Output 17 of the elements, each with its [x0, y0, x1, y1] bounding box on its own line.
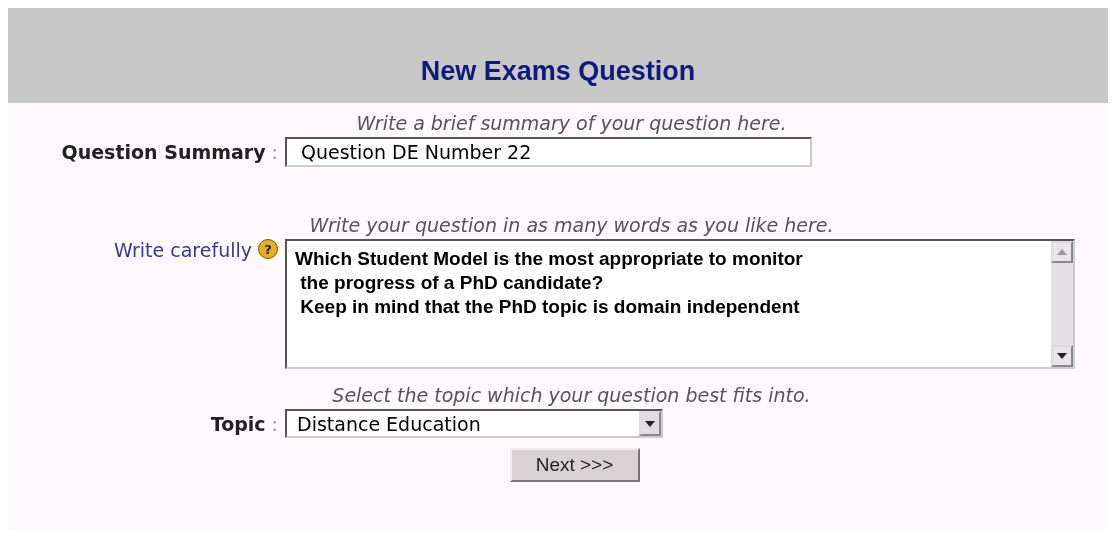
- help-icon[interactable]: ?: [258, 239, 278, 259]
- summary-field[interactable]: Question DE Number 22: [285, 137, 812, 167]
- question-hint: Write your question in as many words as you like here.: [308, 213, 835, 238]
- topic-label: Topic: [210, 412, 266, 435]
- topic-dropdown[interactable]: Distance Education: [285, 409, 663, 438]
- scroll-down-icon: [1057, 353, 1067, 359]
- summary-label: Question Summary: [61, 141, 266, 163]
- scrollbar[interactable]: [1051, 241, 1073, 367]
- scroll-up-icon: [1057, 249, 1067, 255]
- dropdown-caret-icon: [645, 420, 655, 427]
- page-title: New Exams Question: [420, 56, 696, 87]
- topic-hint: Select the topic which your question best fits into.: [331, 383, 812, 408]
- label-separator: :: [271, 412, 278, 435]
- question-label: Write carefully: [114, 239, 252, 261]
- label-separator: :: [271, 141, 278, 163]
- summary-hint: Write a brief summary of your question here.: [355, 111, 788, 136]
- next-button[interactable]: Next >>>: [509, 448, 640, 482]
